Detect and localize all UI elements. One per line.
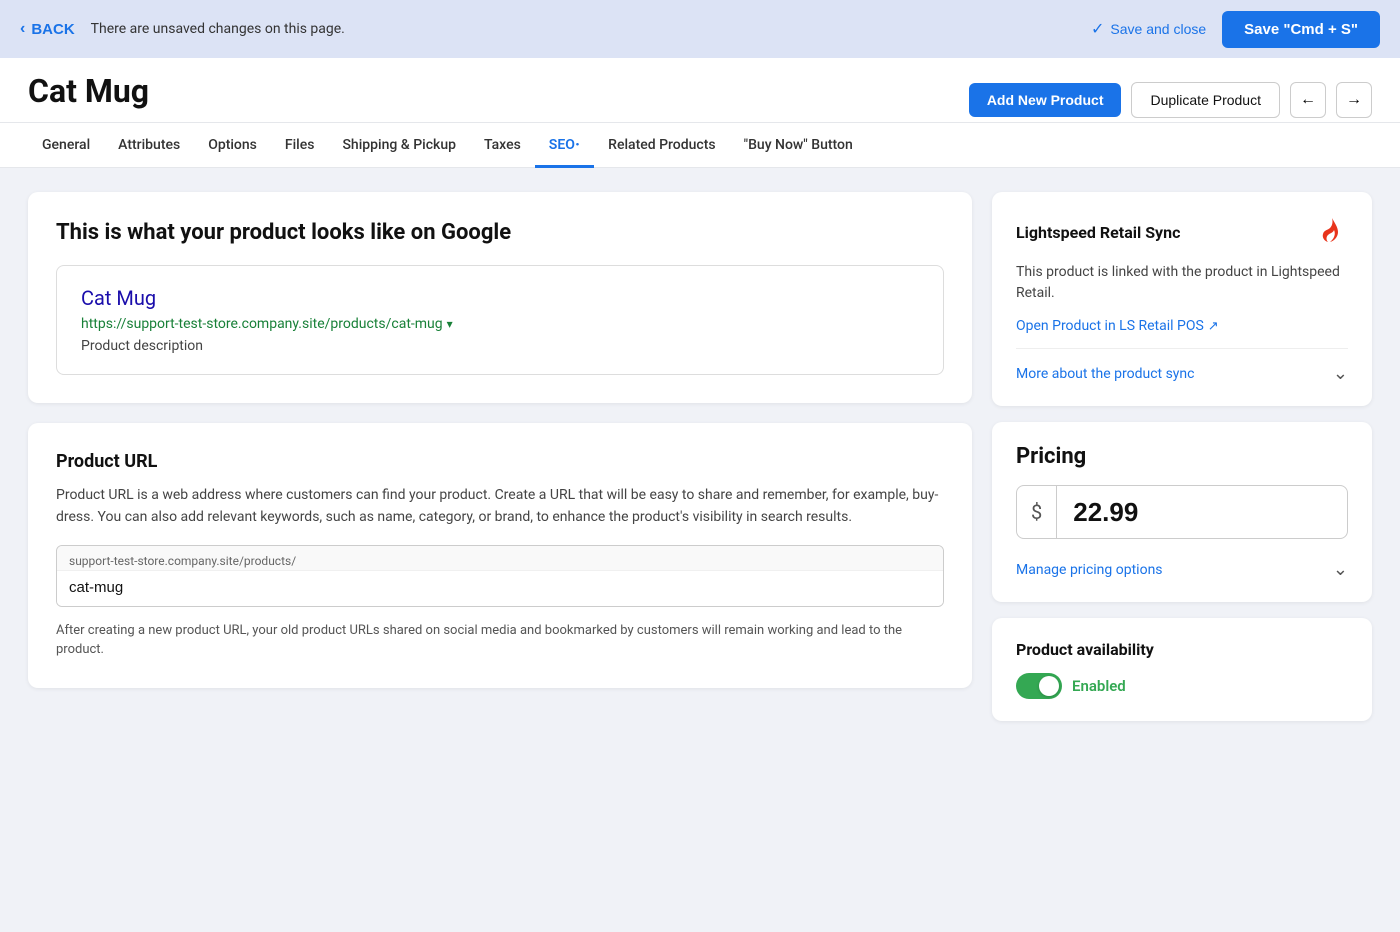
back-button[interactable]: ‹ BACK	[20, 20, 75, 38]
price-input[interactable]	[1057, 497, 1347, 528]
price-input-wrap: $	[1016, 485, 1348, 539]
chevron-down-icon: ⌄	[1333, 363, 1348, 384]
availability-toggle[interactable]	[1016, 673, 1062, 699]
duplicate-product-button[interactable]: Duplicate Product	[1131, 82, 1280, 118]
lightspeed-sync-card: Lightspeed Retail Sync This product is l…	[992, 192, 1372, 406]
currency-symbol: $	[1017, 486, 1057, 538]
main-content: This is what your product looks like on …	[0, 168, 1400, 745]
back-chevron-icon: ‹	[20, 20, 25, 38]
google-preview-card: This is what your product looks like on …	[28, 192, 972, 403]
duplicate-label: Duplicate Product	[1150, 92, 1261, 108]
url-input[interactable]	[57, 571, 943, 606]
google-preview-title: This is what your product looks like on …	[56, 220, 944, 245]
seo-dot-indicator: ·	[575, 134, 580, 155]
pricing-chevron-down-icon: ⌄	[1333, 559, 1348, 580]
product-url-description: Product URL is a web address where custo…	[56, 484, 944, 529]
more-about-sync-label: More about the product sync	[1016, 366, 1195, 382]
lightspeed-title: Lightspeed Retail Sync	[1016, 223, 1180, 242]
external-link-icon: ↗︎	[1208, 319, 1219, 334]
lightspeed-description: This product is linked with the product …	[1016, 262, 1348, 304]
next-product-button[interactable]: →	[1336, 82, 1372, 118]
right-column: Lightspeed Retail Sync This product is l…	[992, 192, 1372, 721]
tab-shipping-pickup[interactable]: Shipping & Pickup	[328, 123, 470, 168]
google-product-title: Cat Mug	[81, 286, 919, 310]
save-cmd-label: Save "Cmd + S"	[1244, 21, 1358, 38]
divider	[1016, 348, 1348, 349]
right-arrow-icon: →	[1346, 91, 1362, 109]
more-about-sync-row[interactable]: More about the product sync ⌄	[1016, 359, 1348, 384]
add-new-product-button[interactable]: Add New Product	[969, 83, 1122, 117]
top-bar: ‹ BACK There are unsaved changes on this…	[0, 0, 1400, 58]
save-close-label: Save and close	[1110, 21, 1206, 37]
pricing-title: Pricing	[1016, 444, 1348, 469]
lightspeed-header: Lightspeed Retail Sync	[1016, 214, 1348, 250]
availability-status-label: Enabled	[1072, 677, 1126, 695]
open-in-ls-label: Open Product in LS Retail POS	[1016, 318, 1204, 334]
back-label: BACK	[31, 21, 74, 38]
header-actions: Add New Product Duplicate Product ← →	[969, 72, 1372, 118]
url-note: After creating a new product URL, your o…	[56, 621, 944, 660]
pricing-card: Pricing $ Manage pricing options ⌄	[992, 422, 1372, 602]
tab-files[interactable]: Files	[271, 123, 329, 168]
save-and-close-button[interactable]: ✓ Save and close	[1091, 19, 1206, 39]
google-url: https://support-test-store.company.site/…	[81, 316, 919, 332]
product-availability-card: Product availability Enabled	[992, 618, 1372, 721]
tab-seo[interactable]: SEO·	[535, 123, 594, 168]
manage-pricing-row[interactable]: Manage pricing options ⌄	[1016, 555, 1348, 580]
tab-general[interactable]: General	[28, 123, 104, 168]
add-new-label: Add New Product	[987, 92, 1104, 108]
google-preview-box: Cat Mug https://support-test-store.compa…	[56, 265, 944, 375]
url-dropdown-icon: ▾	[447, 317, 453, 331]
tab-options[interactable]: Options	[194, 123, 271, 168]
page-header: Cat Mug Add New Product Duplicate Produc…	[0, 58, 1400, 123]
product-url-title: Product URL	[56, 451, 944, 472]
lightspeed-icon	[1312, 214, 1348, 250]
left-arrow-icon: ←	[1300, 91, 1316, 109]
tab-buy-now-button[interactable]: "Buy Now" Button	[730, 123, 867, 168]
checkmark-icon: ✓	[1091, 19, 1104, 39]
unsaved-changes-message: There are unsaved changes on this page.	[91, 21, 1075, 37]
tab-attributes[interactable]: Attributes	[104, 123, 194, 168]
toggle-knob	[1039, 676, 1059, 696]
google-description: Product description	[81, 338, 919, 354]
tab-navigation: General Attributes Options Files Shippin…	[0, 123, 1400, 168]
open-in-ls-link[interactable]: Open Product in LS Retail POS ↗︎	[1016, 318, 1348, 334]
prev-product-button[interactable]: ←	[1290, 82, 1326, 118]
tab-taxes[interactable]: Taxes	[470, 123, 535, 168]
save-cmd-button[interactable]: Save "Cmd + S"	[1222, 11, 1380, 48]
tab-related-products[interactable]: Related Products	[594, 123, 729, 168]
product-url-card: Product URL Product URL is a web address…	[28, 423, 972, 688]
left-column: This is what your product looks like on …	[28, 192, 972, 688]
url-input-container: support-test-store.company.site/products…	[56, 545, 944, 607]
url-prefix: support-test-store.company.site/products…	[57, 546, 943, 571]
manage-pricing-label: Manage pricing options	[1016, 562, 1163, 578]
page-title: Cat Mug	[28, 72, 149, 122]
availability-toggle-row: Enabled	[1016, 673, 1348, 699]
availability-title: Product availability	[1016, 640, 1348, 659]
google-url-text: https://support-test-store.company.site/…	[81, 316, 443, 332]
